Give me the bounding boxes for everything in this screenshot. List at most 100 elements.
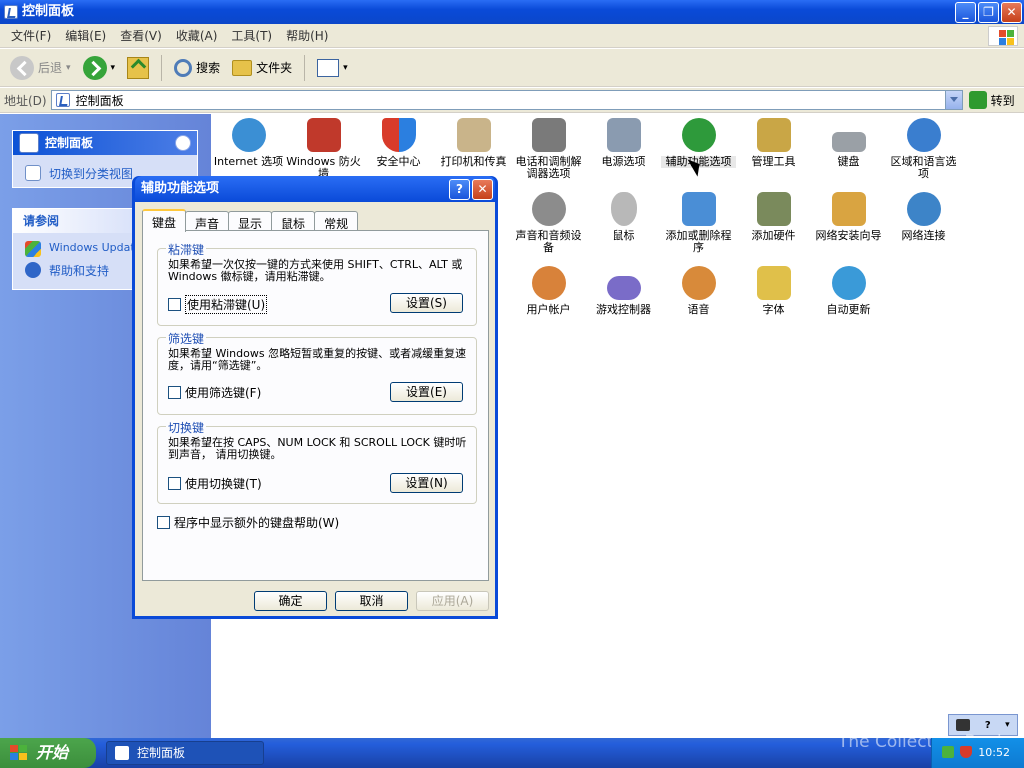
address-bar: 地址(D) 控制面板 转到 bbox=[0, 88, 1024, 113]
network-icon[interactable] bbox=[942, 746, 954, 758]
extra-keyboard-help-checkbox[interactable]: 程序中显示额外的键盘帮助(W) bbox=[157, 514, 339, 531]
icon-automatic-updates[interactable]: 自动更新 bbox=[811, 266, 886, 316]
accessibility-icon bbox=[681, 118, 716, 152]
search-icon bbox=[174, 58, 193, 77]
icon-speech[interactable]: 语音 bbox=[661, 266, 736, 316]
tab-keyboard[interactable]: 键盘 bbox=[142, 209, 187, 232]
menu-help[interactable]: 帮助(H) bbox=[279, 27, 335, 44]
tab-sound[interactable]: 声音 bbox=[185, 211, 230, 231]
dialog-close-button[interactable]: ✕ bbox=[472, 179, 493, 200]
collapse-icon[interactable] bbox=[175, 135, 191, 151]
icon-user-accounts[interactable]: 用户帐户 bbox=[511, 266, 586, 316]
icon-game-controllers[interactable]: 游戏控制器 bbox=[586, 266, 661, 316]
icon-network-connections[interactable]: 网络连接 bbox=[886, 192, 961, 242]
printer-icon bbox=[456, 118, 491, 152]
gamepad-icon bbox=[606, 276, 641, 300]
folders-button[interactable]: 文件夹 bbox=[228, 57, 296, 78]
admin-tools-icon bbox=[756, 118, 791, 152]
globe-icon bbox=[231, 118, 266, 152]
cancel-button[interactable]: 取消 bbox=[335, 591, 408, 611]
forward-button[interactable]: ▾ bbox=[79, 54, 120, 82]
maximize-button[interactable]: ❐ bbox=[978, 2, 999, 23]
back-arrow-icon bbox=[10, 55, 34, 80]
tab-mouse[interactable]: 鼠标 bbox=[271, 211, 316, 231]
title-bar[interactable]: 控制面板 _ ❐ ✕ bbox=[0, 0, 1024, 24]
speech-icon bbox=[681, 266, 716, 300]
help-icon: ? bbox=[984, 719, 991, 731]
folders-icon bbox=[232, 59, 253, 76]
views-icon bbox=[317, 58, 340, 77]
back-button[interactable]: 后退 ▾ bbox=[6, 54, 75, 82]
search-button[interactable]: 搜索 bbox=[170, 57, 224, 79]
chevron-down-icon: ▾ bbox=[1005, 720, 1010, 730]
go-arrow-icon bbox=[968, 91, 987, 109]
up-button[interactable] bbox=[123, 55, 153, 81]
mouse-icon bbox=[610, 192, 637, 226]
icon-keyboard[interactable]: 键盘 bbox=[811, 118, 886, 168]
icon-accessibility-options[interactable]: 辅助功能选项 bbox=[661, 118, 736, 168]
menu-tools[interactable]: 工具(T) bbox=[224, 27, 279, 44]
clock[interactable]: 10:52 bbox=[978, 746, 1010, 759]
views-button[interactable]: ▾ bbox=[313, 57, 352, 79]
dialog-help-button[interactable]: ? bbox=[449, 179, 470, 200]
icon-power-options[interactable]: 电源选项 bbox=[586, 118, 661, 168]
stickykeys-checkbox[interactable]: 使用粘滞键(U) bbox=[168, 295, 268, 314]
address-dropdown-button[interactable] bbox=[944, 91, 962, 109]
menu-favorites[interactable]: 收藏(A) bbox=[169, 27, 225, 44]
start-button[interactable]: 开始 bbox=[0, 738, 96, 768]
windows-update-icon bbox=[25, 241, 41, 257]
icon-internet-options[interactable]: Internet 选项 bbox=[211, 118, 286, 168]
icon-firewall[interactable]: Windows 防火墙 bbox=[286, 118, 361, 180]
menu-file[interactable]: 文件(F) bbox=[4, 27, 58, 44]
tab-general[interactable]: 常规 bbox=[314, 211, 359, 231]
programs-icon bbox=[681, 192, 716, 226]
icon-network-setup-wizard[interactable]: 网络安装向导 bbox=[811, 192, 886, 242]
icon-fonts[interactable]: 字体 bbox=[736, 266, 811, 316]
tab-display[interactable]: 显示 bbox=[228, 211, 273, 231]
dialog-title-bar[interactable]: 辅助功能选项 ? ✕ bbox=[135, 176, 495, 202]
icon-security-center[interactable]: 安全中心 bbox=[361, 118, 436, 168]
menu-edit[interactable]: 编辑(E) bbox=[58, 27, 113, 44]
toolbar-separator bbox=[161, 54, 163, 81]
toolbar: 后退 ▾ ▾ 搜索 文件夹 ▾ bbox=[0, 49, 1024, 87]
icon-regional-language[interactable]: 区域和语言选项 bbox=[886, 118, 961, 180]
icon-phone-modem[interactable]: 电话和调制解调器选项 bbox=[511, 118, 586, 180]
network-icon bbox=[906, 192, 941, 226]
go-button[interactable]: 转到 bbox=[968, 91, 1015, 109]
dialog-tabs: 键盘 声音 显示 鼠标 常规 bbox=[142, 209, 359, 232]
menu-bar: 文件(F) 编辑(E) 查看(V) 收藏(A) 工具(T) 帮助(H) bbox=[0, 24, 1024, 48]
filterkeys-settings-button[interactable]: 设置(E) bbox=[390, 382, 463, 402]
taskbar: 开始 控制面板 The Collection Book 10:52 bbox=[0, 732, 1024, 768]
chevron-down-icon: ▾ bbox=[343, 62, 348, 73]
icon-admin-tools[interactable]: 管理工具 bbox=[736, 118, 811, 168]
icon-sounds-audio[interactable]: 声音和音频设备 bbox=[511, 192, 586, 254]
icon-add-hardware[interactable]: 添加硬件 bbox=[736, 192, 811, 242]
panel-header[interactable]: 控制面板 bbox=[13, 131, 197, 155]
minimize-button[interactable]: _ bbox=[955, 2, 976, 23]
windows-logo-icon bbox=[988, 26, 1018, 46]
filterkeys-checkbox[interactable]: 使用筛选键(F) bbox=[168, 384, 261, 401]
togglekeys-settings-button[interactable]: 设置(N) bbox=[390, 473, 463, 493]
power-icon bbox=[606, 118, 641, 152]
icon-printers[interactable]: 打印机和传真 bbox=[436, 118, 511, 168]
ok-button[interactable]: 确定 bbox=[254, 591, 327, 611]
stickykeys-group: 粘滞键 如果希望一次仅按一键的方式来使用 SHIFT、CTRL、ALT 或 Wi… bbox=[157, 241, 477, 326]
togglekeys-checkbox[interactable]: 使用切换键(T) bbox=[168, 475, 262, 492]
close-button[interactable]: ✕ bbox=[1001, 2, 1022, 23]
menu-view[interactable]: 查看(V) bbox=[113, 27, 169, 44]
toolbar-separator bbox=[304, 54, 306, 81]
icon-add-remove-programs[interactable]: 添加或删除程序 bbox=[661, 192, 736, 254]
help-icon bbox=[25, 262, 41, 278]
icon-mouse[interactable]: 鼠标 bbox=[586, 192, 661, 242]
speaker-icon bbox=[531, 192, 566, 226]
house-icon bbox=[831, 192, 866, 226]
address-input[interactable]: 控制面板 bbox=[50, 90, 963, 110]
chevron-down-icon: ▾ bbox=[110, 62, 116, 73]
system-tray: 10:52 bbox=[931, 738, 1024, 768]
accessibility-options-dialog: 辅助功能选项 ? ✕ 键盘 声音 显示 鼠标 常规 粘滞键 如果希望一次仅按一键… bbox=[132, 176, 498, 619]
stickykeys-settings-button[interactable]: 设置(S) bbox=[390, 293, 463, 313]
security-shield-icon[interactable] bbox=[960, 746, 972, 758]
taskbar-item-control-panel[interactable]: 控制面板 bbox=[106, 741, 264, 765]
apply-button[interactable]: 应用(A) bbox=[416, 591, 489, 611]
keyboard-icon bbox=[831, 132, 866, 152]
